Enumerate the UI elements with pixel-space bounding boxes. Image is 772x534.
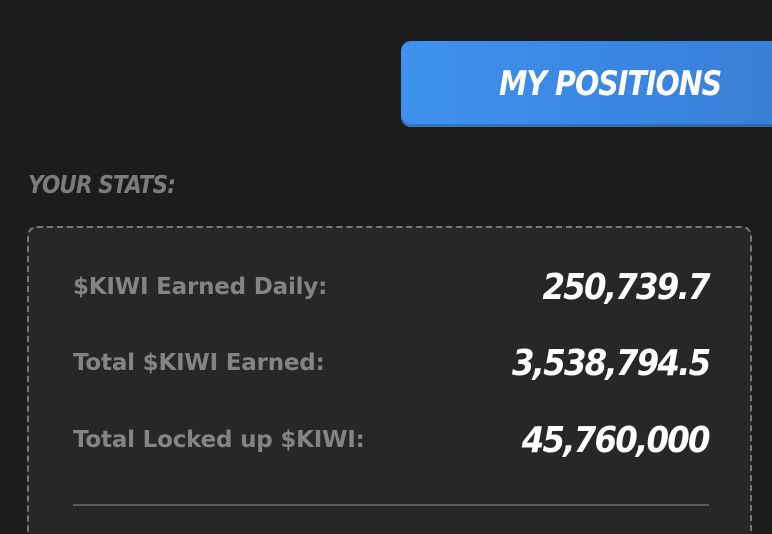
your-stats-title: YOUR STATS: bbox=[28, 170, 176, 199]
my-positions-label: MY POSITIONS bbox=[499, 64, 722, 104]
stat-value: 45,760,000 bbox=[522, 419, 711, 461]
stat-row-total-earned: Total $KIWI Earned: 3,538,794.5 bbox=[73, 341, 711, 385]
stat-row-total-locked: Total Locked up $KIWI: 45,760,000 bbox=[73, 418, 711, 462]
stat-value: 250,739.7 bbox=[542, 266, 711, 308]
stat-label: Total Locked up $KIWI: bbox=[73, 427, 365, 453]
divider bbox=[73, 504, 709, 506]
stat-label: $KIWI Earned Daily: bbox=[73, 274, 328, 300]
stat-label: Total $KIWI Earned: bbox=[73, 350, 325, 376]
my-positions-button[interactable]: MY POSITIONS bbox=[401, 41, 772, 127]
stats-card: $KIWI Earned Daily: 250,739.7 Total $KIW… bbox=[27, 226, 752, 534]
stat-value: 3,538,794.5 bbox=[511, 342, 711, 384]
stat-row-earned-daily: $KIWI Earned Daily: 250,739.7 bbox=[73, 265, 711, 309]
